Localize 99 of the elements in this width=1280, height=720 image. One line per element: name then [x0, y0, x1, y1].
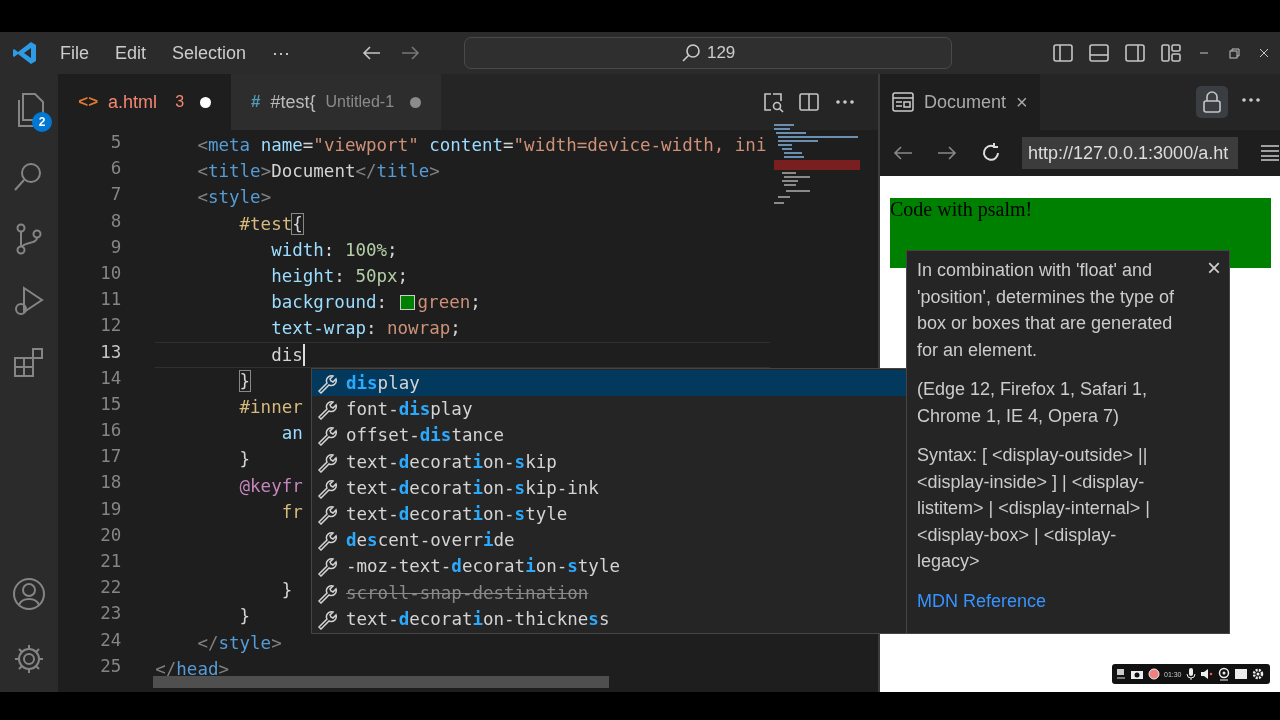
sidebar-right-icon[interactable] — [1124, 42, 1146, 64]
code-line: <style> — [196, 187, 272, 208]
document-icon — [892, 92, 914, 112]
code-line: #inner — [238, 396, 303, 417]
command-search-field[interactable]: 129 — [464, 37, 953, 69]
record-icon[interactable] — [1148, 668, 1160, 680]
wrench-icon — [316, 503, 338, 526]
line-number: 5 — [109, 132, 123, 154]
line-number: 9 — [109, 236, 123, 259]
browser-tab[interactable]: Document × — [880, 74, 1040, 130]
settings-icon[interactable] — [1251, 668, 1264, 680]
line-number: 18 — [99, 472, 123, 495]
text-cursor — [302, 343, 305, 366]
suggestion-item[interactable]: descent-override — [312, 527, 907, 554]
tooltip-text: In combination with 'float' and 'position', determines the type of box or boxes that are generated for an element. — [917, 259, 1175, 362]
suggestion-item[interactable]: text-decoration-skip-ink — [312, 474, 907, 501]
line-number: 20 — [99, 524, 123, 547]
menu-item[interactable]: Edit — [115, 42, 147, 64]
app-logo-icon — [12, 40, 38, 66]
camera-icon[interactable] — [1130, 668, 1144, 680]
line-number: 19 — [99, 498, 123, 521]
line-number: 24 — [99, 629, 123, 652]
tooltip-text: (Edge 12, Firefox 1, Safari 1, Chrome 1, IE 4, Opera 7) — [917, 378, 1149, 428]
wrench-icon — [316, 529, 338, 552]
panel-bottom-icon[interactable] — [1088, 42, 1110, 64]
code-line: } — [238, 449, 251, 470]
line-number: 7 — [109, 184, 123, 207]
code-line: width: 100%; — [270, 239, 398, 260]
code-line: <meta name="viewport" content="width=device-width, ini — [196, 135, 767, 156]
close-button[interactable]: × — [1207, 255, 1221, 282]
code-line: green; — [417, 292, 481, 313]
restore-icon[interactable] — [1226, 45, 1242, 61]
line-number: 17 — [99, 446, 123, 469]
split-editor-icon[interactable] — [798, 91, 821, 113]
wrench-icon — [316, 398, 338, 421]
editor-tab[interactable]: <> a.html 3 — [58, 74, 232, 130]
code-line: } — [238, 606, 251, 627]
code-line: fr — [280, 501, 303, 522]
wrench-icon — [316, 555, 338, 578]
line-number: 23 — [99, 603, 123, 626]
speaker-icon[interactable] — [1199, 668, 1214, 680]
code-line: an — [280, 423, 303, 444]
suggestion-item[interactable]: font-display — [312, 396, 907, 423]
lock-icon[interactable] — [1202, 91, 1222, 113]
reload-icon[interactable] — [980, 142, 1002, 164]
line-number: 22 — [99, 577, 123, 600]
line-number: 15 — [99, 393, 123, 416]
line-number: 21 — [99, 551, 123, 573]
preview-icon[interactable] — [762, 91, 785, 113]
suggestion-item[interactable]: offset-distance — [312, 422, 907, 449]
code-line: dis — [270, 344, 303, 365]
line-number: 25 — [99, 655, 123, 678]
url-field[interactable]: http://127.0.0.1:3000/a.ht — [1022, 137, 1238, 169]
page-heading: Code with psalm! — [890, 198, 1033, 221]
code-line: } — [280, 580, 293, 601]
code-line: height: 50px; — [270, 266, 409, 287]
editor-tab[interactable]: # #test{ Untitled-1 — [231, 74, 442, 130]
wrench-icon — [316, 424, 338, 447]
account-icon[interactable] — [11, 576, 48, 612]
line-number: 8 — [109, 210, 123, 233]
suggestion-item[interactable]: display — [312, 370, 907, 397]
close-icon[interactable]: × — [1016, 90, 1028, 114]
line-number: 14 — [99, 367, 123, 390]
suggestion-item[interactable]: -moz-text-decoration-style — [312, 553, 907, 580]
code-line: background: — [270, 292, 389, 313]
wrench-icon — [316, 372, 338, 395]
suggestion-item[interactable]: scroll-snap-destination — [312, 579, 907, 606]
line-number: 12 — [99, 315, 123, 338]
menu-item[interactable]: ⋯ — [272, 42, 291, 64]
sidebar-left-icon[interactable] — [1052, 42, 1074, 64]
line-number: 11 — [99, 289, 123, 312]
microphone-icon[interactable] — [1185, 667, 1196, 681]
screen-icon[interactable] — [1116, 668, 1126, 680]
window-icon[interactable] — [1233, 668, 1248, 680]
suggestion-item[interactable]: text-decoration-thickness — [312, 605, 907, 632]
code-line: } — [238, 370, 251, 391]
code-line: </style> — [196, 632, 282, 653]
menu-icon[interactable] — [1260, 144, 1280, 162]
code-line: </head> — [155, 658, 229, 679]
layout-icon[interactable] — [1160, 42, 1182, 64]
line-number: 13 — [99, 341, 123, 364]
notification-badge: 2 — [32, 112, 53, 132]
tooltip-text: Syntax: [ <display-outside> || <display-inside> ] | <display-listitem> | <display-internal> | <display-box> | <display-legacy> — [917, 444, 1151, 573]
suggestion-item[interactable]: text-decoration-style — [312, 500, 907, 528]
color-swatch-icon[interactable] — [399, 294, 415, 310]
code-line: text-wrap: nowrap; — [270, 318, 461, 339]
line-number: 6 — [109, 158, 123, 181]
menu-item[interactable]: File — [60, 42, 89, 64]
code-line: @keyfr — [238, 475, 303, 496]
suggestion-item[interactable]: text-decoration-skip — [312, 448, 907, 475]
reference-link[interactable]: MDN Reference — [917, 590, 1047, 611]
menu-item[interactable]: Selection — [172, 42, 247, 64]
code-line: <title>Document</title> — [196, 161, 440, 182]
line-number: 10 — [99, 262, 123, 285]
horizontal-scrollbar[interactable] — [153, 676, 610, 688]
search-icon — [680, 43, 701, 63]
line-number: 16 — [99, 420, 123, 443]
code-line: #test{ — [238, 213, 303, 234]
webcam-icon[interactable] — [1217, 667, 1230, 681]
